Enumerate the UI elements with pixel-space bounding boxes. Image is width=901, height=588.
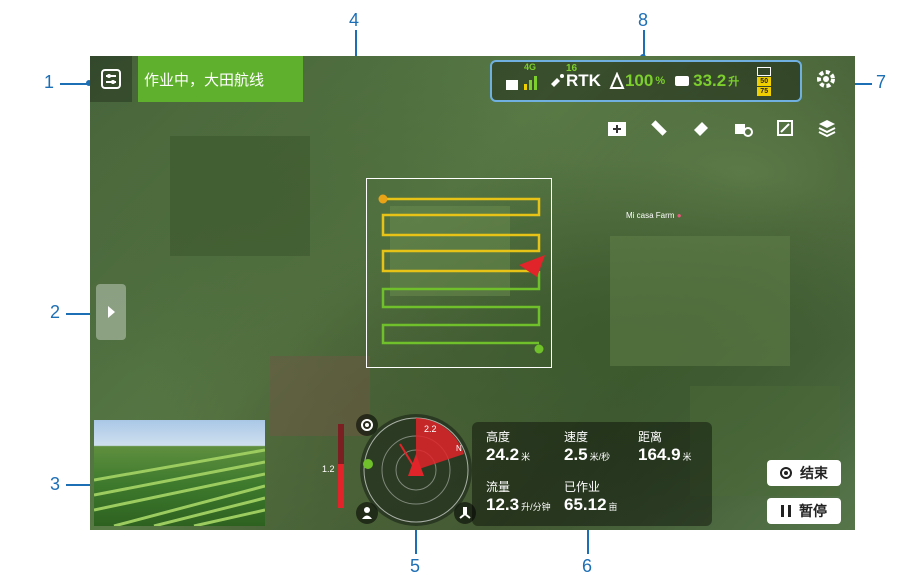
level-badge: 50 xyxy=(757,76,772,86)
callout-line-2 xyxy=(66,313,92,315)
flow-unit: 升/分钟 xyxy=(521,502,551,512)
app-screen: 作业中，大田航线 4G 16 RTK 100 % 33.2 升 50 75 Mi… xyxy=(90,56,855,530)
compass-dial xyxy=(363,417,469,523)
camera-preview[interactable] xyxy=(94,420,265,526)
edit-boundary-button[interactable] xyxy=(775,118,795,138)
signal-4g-label: 4G xyxy=(524,62,537,72)
height-cell: 高度 24.2 米 xyxy=(486,428,530,465)
rtk-label: RTK xyxy=(566,71,601,90)
altitude-scale: 1.2 xyxy=(322,424,348,508)
flight-route xyxy=(378,194,545,354)
callout-8: 8 xyxy=(638,10,649,30)
height-value: 24.2 xyxy=(486,445,520,464)
map-toolbar xyxy=(607,118,837,138)
eraser-icon xyxy=(694,122,708,136)
height-unit: 米 xyxy=(521,452,531,462)
gear-icon xyxy=(817,70,835,88)
battery-indicator: 100 % xyxy=(609,71,665,91)
scale-value: 1.2 xyxy=(322,464,335,474)
rtk-count: 16 xyxy=(566,63,578,74)
pause-button[interactable]: 暂停 xyxy=(767,498,841,524)
distance-label: 距离 xyxy=(638,430,663,444)
pause-icon xyxy=(781,505,791,517)
status-text: 作业中，大田航线 xyxy=(144,71,265,89)
side-panel-toggle[interactable] xyxy=(96,284,126,340)
device-icon xyxy=(735,124,753,137)
rtk-indicator: 16 RTK xyxy=(548,63,601,91)
distance-cell: 距离 164.9 米 xyxy=(638,428,692,465)
tank-unit: 升 xyxy=(728,76,740,88)
status-bar[interactable]: 4G 16 RTK 100 % 33.2 升 50 75 xyxy=(490,60,802,102)
satellite-icon xyxy=(551,74,564,87)
signal-indicator: 4G xyxy=(504,62,540,94)
settings-button[interactable] xyxy=(815,68,837,95)
level-badge xyxy=(757,66,772,76)
compass-north: N xyxy=(456,444,462,453)
map-field xyxy=(610,236,790,366)
battery-icon xyxy=(609,72,625,89)
speed-unit: 米/秒 xyxy=(589,452,611,462)
callout-7: 7 xyxy=(876,72,887,92)
route-icon xyxy=(101,69,121,89)
flow-cell: 流量 12.3 升/分钟 xyxy=(486,478,551,515)
distance-value: 164.9 xyxy=(638,445,681,464)
speed-value: 2.5 xyxy=(564,445,588,464)
speed-label: 速度 xyxy=(564,430,589,444)
tank-value: 33.2 xyxy=(693,71,727,90)
height-label: 高度 xyxy=(486,430,511,444)
level-indicator: 50 75 xyxy=(757,66,772,96)
field-rows xyxy=(94,448,265,526)
record-icon xyxy=(780,467,792,479)
done-label: 已作业 xyxy=(564,480,601,494)
device-locate-button[interactable] xyxy=(733,118,753,138)
plus-folder-icon xyxy=(608,122,626,136)
telemetry-panel: 高度 24.2 米 速度 2.5 米/秒 距离 164.9 米 流量 12.3 升/分钟… xyxy=(472,422,712,526)
callout-5: 5 xyxy=(410,556,421,576)
chevron-right-icon xyxy=(108,306,115,318)
map-field xyxy=(170,136,310,256)
callout-3: 3 xyxy=(50,474,61,494)
operation-menu-button[interactable] xyxy=(90,56,132,102)
add-field-button[interactable] xyxy=(607,118,627,138)
battery-unit: % xyxy=(655,75,666,87)
tank-indicator: 33.2 升 xyxy=(673,71,739,91)
callout-2: 2 xyxy=(50,302,61,322)
tank-icon xyxy=(675,76,690,86)
eraser-button[interactable] xyxy=(691,118,711,138)
callout-4: 4 xyxy=(349,10,360,30)
map-field xyxy=(270,356,370,436)
operation-status-banner[interactable]: 作业中，大田航线 xyxy=(138,56,303,102)
callout-6: 6 xyxy=(582,556,593,576)
done-unit: 亩 xyxy=(608,502,618,512)
flow-label: 流量 xyxy=(486,480,511,494)
end-label: 结束 xyxy=(800,465,828,481)
scale-marker xyxy=(338,464,344,508)
measure-button[interactable] xyxy=(649,118,669,138)
end-button[interactable]: 结束 xyxy=(767,460,841,486)
map-poi-label: Mi casa Farm ● xyxy=(626,211,682,220)
done-value: 65.12 xyxy=(564,495,607,514)
done-cell: 已作业 65.12 亩 xyxy=(564,478,618,515)
route-boundary[interactable] xyxy=(366,178,552,368)
battery-value: 100 xyxy=(624,71,654,90)
layers-icon xyxy=(818,120,836,138)
level-badge: 75 xyxy=(757,86,772,96)
callout-line-1 xyxy=(60,83,88,85)
speed-cell: 速度 2.5 米/秒 xyxy=(564,428,610,465)
pause-label: 暂停 xyxy=(799,503,827,519)
ruler-icon xyxy=(651,120,667,136)
flow-value: 12.3 xyxy=(486,495,520,514)
compass-heading: 2.2 xyxy=(424,424,437,434)
map-edit-icon xyxy=(777,120,793,136)
distance-unit: 米 xyxy=(682,452,692,462)
layers-button[interactable] xyxy=(817,118,837,138)
callout-1: 1 xyxy=(44,72,55,92)
attitude-compass: 2.2 N xyxy=(360,414,472,526)
